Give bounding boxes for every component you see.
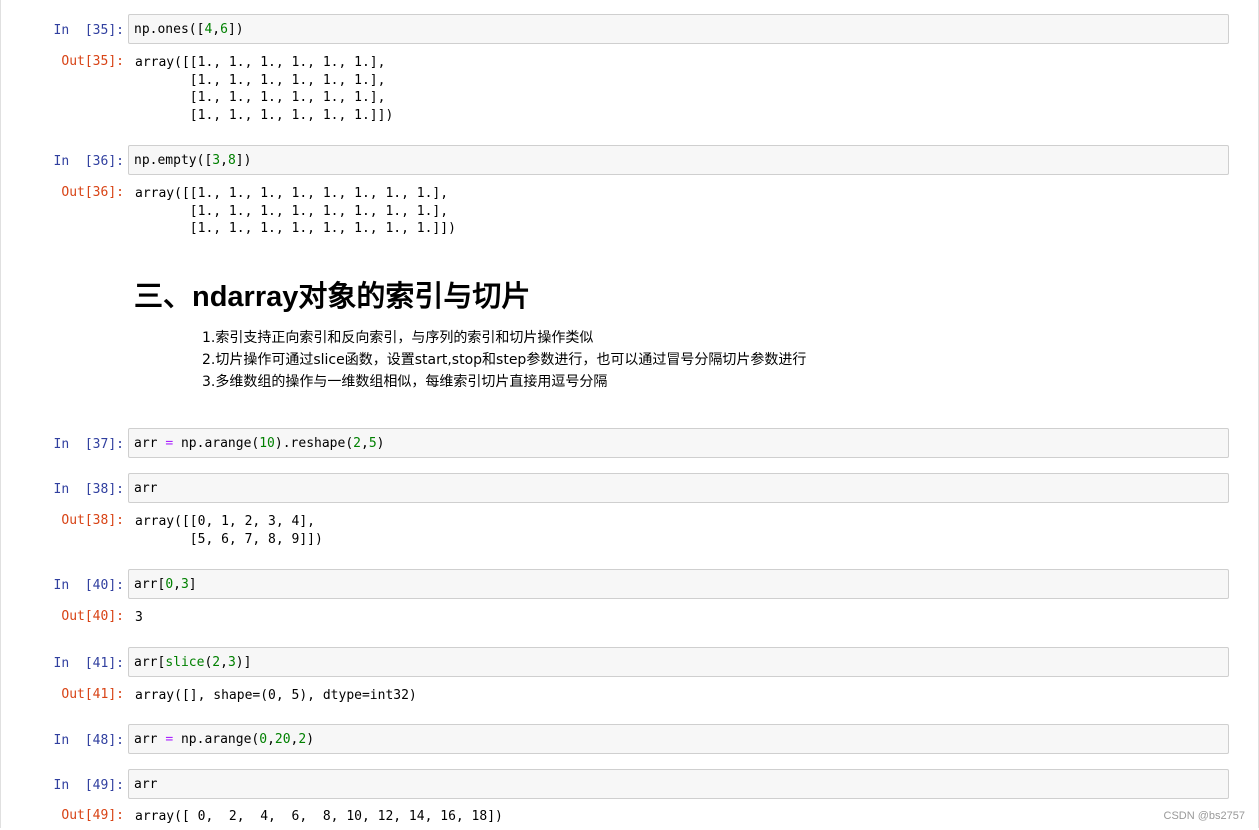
code-token: 3 [227, 655, 236, 670]
code-text[interactable]: arr [134, 776, 157, 793]
code-token: 3 [180, 577, 189, 592]
code-input[interactable]: arr = np.arange(10).reshape(2,5) [128, 428, 1229, 458]
code-token: ) [376, 436, 385, 451]
output-prompt: Out[40]: [61, 609, 124, 624]
code-token: arr [134, 436, 166, 451]
code-token: arr [134, 481, 158, 496]
code-token: np.arange( [173, 732, 260, 747]
code-token: slice [165, 655, 205, 670]
list-item: 3.多维数组的操作与一维数组相似，每维索引切片直接用逗号分隔 [202, 374, 608, 390]
input-prompt: In [40]: [53, 578, 124, 593]
code-token: arr [134, 777, 158, 792]
code-token: 2 [212, 655, 221, 670]
output-prompt: Out[36]: [61, 185, 124, 200]
code-token: = [165, 732, 174, 747]
code-input[interactable]: np.ones([4,6]) [128, 14, 1229, 44]
code-token: arr[ [134, 655, 166, 670]
section-heading: 三、ndarray对象的索引与切片 [134, 281, 531, 313]
code-input[interactable]: arr [128, 473, 1229, 503]
code-token: , [220, 153, 228, 168]
cell-output: 3 [135, 610, 143, 625]
list-item: 1.索引支持正向索引和反向索引，与序列的索引和切片操作类似 [202, 330, 594, 346]
cell-output: array([[1., 1., 1., 1., 1., 1.], [1., 1.… [135, 55, 394, 123]
code-token: np.empty([ [134, 153, 213, 168]
code-token: arr [134, 732, 166, 747]
code-token: arr[ [134, 577, 166, 592]
code-token: ) [306, 732, 315, 747]
code-token: np.arange( [173, 436, 260, 451]
cell-output: array([], shape=(0, 5), dtype=int32) [135, 688, 417, 703]
cell-output: array([ 0, 2, 4, 6, 8, 10, 12, 14, 16, 1… [135, 809, 503, 824]
code-text[interactable]: np.ones([4,6]) [134, 21, 244, 38]
code-token: , [220, 655, 228, 670]
code-token: 2 [353, 436, 361, 451]
code-token: ).reshape( [274, 436, 354, 451]
code-token: , [361, 436, 369, 451]
code-text[interactable]: arr = np.arange(0,20,2) [134, 731, 314, 748]
code-input[interactable]: np.empty([3,8]) [128, 145, 1229, 175]
input-prompt: In [48]: [53, 733, 124, 748]
code-token: np.ones([ [134, 22, 205, 37]
input-prompt: In [49]: [53, 778, 124, 793]
code-token: 5 [368, 436, 377, 451]
code-text[interactable]: arr[0,3] [134, 576, 197, 593]
cell-output: array([[1., 1., 1., 1., 1., 1., 1., 1.],… [135, 186, 456, 236]
code-token: , [212, 22, 221, 37]
output-prompt: Out[38]: [61, 513, 124, 528]
input-prompt: In [35]: [53, 23, 124, 38]
code-input[interactable]: arr = np.arange(0,20,2) [128, 724, 1229, 754]
output-prompt: Out[41]: [61, 687, 124, 702]
code-token: 3 [212, 153, 221, 168]
code-input[interactable]: arr [128, 769, 1229, 799]
code-text[interactable]: np.empty([3,8]) [134, 152, 251, 169]
code-token: = [165, 436, 174, 451]
input-prompt: In [37]: [53, 437, 124, 452]
code-token: ]) [227, 22, 244, 37]
markdown-list: 1.索引支持正向索引和反向索引，与序列的索引和切片操作类似 2.切片操作可通过s… [202, 327, 806, 393]
code-token: 20 [274, 732, 291, 747]
output-prompt: Out[35]: [61, 54, 124, 69]
code-token: 10 [259, 436, 275, 451]
code-text[interactable]: arr = np.arange(10).reshape(2,5) [134, 435, 384, 452]
code-token: , [173, 577, 181, 592]
input-prompt: In [36]: [53, 154, 124, 169]
code-text[interactable]: arr [134, 480, 157, 497]
code-token: ]) [235, 153, 252, 168]
output-prompt: Out[49]: [61, 808, 124, 823]
code-token: 0 [165, 577, 174, 592]
watermark: CSDN @bs2757 [1163, 810, 1245, 822]
code-input[interactable]: arr[slice(2,3)] [128, 647, 1229, 677]
code-token: 8 [227, 153, 236, 168]
cell-output: array([[0, 1, 2, 3, 4], [5, 6, 7, 8, 9]]… [135, 514, 323, 547]
code-text[interactable]: arr[slice(2,3)] [134, 654, 251, 671]
code-token: , [267, 732, 275, 747]
code-token: 0 [259, 732, 268, 747]
input-prompt: In [41]: [53, 656, 124, 671]
code-input[interactable]: arr[0,3] [128, 569, 1229, 599]
code-token: 6 [220, 22, 228, 37]
code-token: ] [188, 577, 197, 592]
list-item: 2.切片操作可通过slice函数，设置start,stop和step参数进行，也… [202, 352, 807, 368]
code-token: )] [235, 655, 252, 670]
input-prompt: In [38]: [53, 482, 124, 497]
